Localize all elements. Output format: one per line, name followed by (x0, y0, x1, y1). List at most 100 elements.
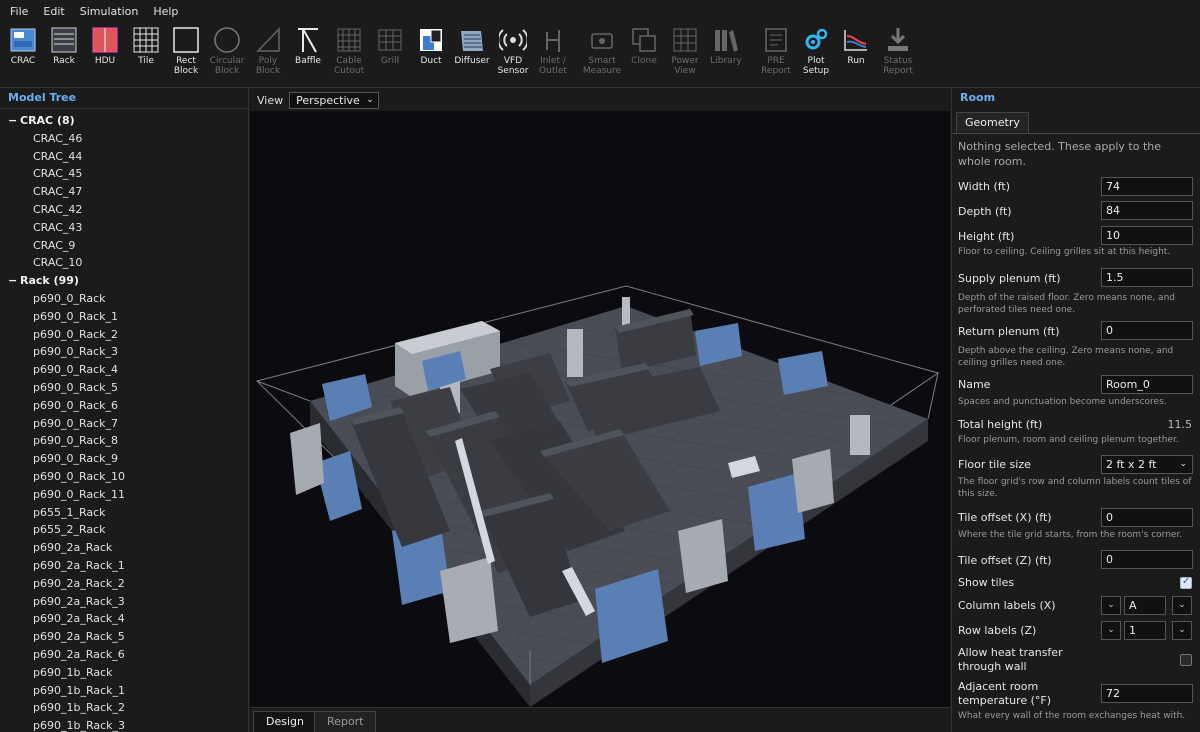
tree-group[interactable]: − CRAC (8) (0, 112, 248, 130)
toolbar-button-label: Library (710, 56, 742, 66)
depth-field[interactable]: 84 (1101, 201, 1193, 220)
tree-item[interactable]: p690_0_Rack_8 (0, 432, 248, 450)
rect-block-icon (172, 26, 200, 54)
tree-item[interactable]: CRAC_45 (0, 165, 248, 183)
tab-report[interactable]: Report (314, 711, 377, 732)
toolbar-button-poly-block[interactable]: Poly Block (248, 26, 288, 76)
toolbar-button-hdu[interactable]: HDU (85, 26, 125, 66)
tree-item[interactable]: p690_1b_Rack (0, 664, 248, 682)
toolbar-button-rect-block[interactable]: Rect Block (166, 26, 206, 76)
column-block-4 (850, 415, 870, 455)
toolbar-button-inlet-outlet[interactable]: Inlet / Outlet (533, 26, 573, 76)
row-labels-prev-button[interactable]: ⌄ (1101, 621, 1121, 640)
toolbar-button-pre-report[interactable]: PRE Report (756, 26, 796, 76)
toolbar-button-smart-measure[interactable]: Smart Measure (582, 26, 622, 76)
toolbar-button-label: Rack (53, 56, 75, 66)
tree-item[interactable]: p690_0_Rack_10 (0, 468, 248, 486)
column-labels-field[interactable]: A (1124, 596, 1166, 615)
tab-geometry[interactable]: Geometry (956, 112, 1029, 134)
tree-item[interactable]: p690_2a_Rack (0, 539, 248, 557)
room-3d-scene[interactable] (250, 111, 950, 707)
column-labels-next-button[interactable]: ⌄ (1172, 596, 1192, 615)
name-field[interactable]: Room_0 (1101, 375, 1193, 394)
show-tiles-checkbox[interactable] (1180, 576, 1192, 589)
menu-help[interactable]: Help (147, 5, 187, 18)
tree-item[interactable]: p690_2a_Rack_1 (0, 557, 248, 575)
3d-viewport[interactable] (250, 111, 950, 707)
tree-item[interactable]: p655_2_Rack (0, 521, 248, 539)
toolbar-button-plot-setup[interactable]: Plot Setup (796, 26, 836, 76)
toolbar-button-rack[interactable]: Rack (44, 26, 84, 66)
toolbar-button-label: Status Report (883, 56, 913, 76)
tree-group[interactable]: − Rack (99) (0, 272, 248, 290)
tree-item[interactable]: p690_2a_Rack_3 (0, 593, 248, 611)
tree-item[interactable]: p690_1b_Rack_2 (0, 699, 248, 717)
menu-edit[interactable]: Edit (37, 5, 73, 18)
view-mode-select[interactable]: Perspective ⌄ (289, 91, 379, 109)
toolbar-button-grill[interactable]: Grill (370, 26, 410, 66)
toolbar-button-power-view[interactable]: Power View (665, 26, 705, 76)
toolbar-button-circular-block[interactable]: Circular Block (207, 26, 247, 76)
toolbar-button-clone[interactable]: Clone (624, 26, 664, 66)
tree-item[interactable]: CRAC_42 (0, 201, 248, 219)
toolbar-button-label: Grill (380, 56, 400, 66)
tree-item[interactable]: CRAC_44 (0, 148, 248, 166)
tree-item[interactable]: p690_0_Rack_3 (0, 343, 248, 361)
menu-file[interactable]: File (4, 5, 37, 18)
toolbar-button-crac[interactable]: CRAC (3, 26, 43, 66)
chevron-down-icon: ⌄ (366, 94, 374, 105)
tree-item[interactable]: CRAC_10 (0, 254, 248, 272)
toolbar-button-cable-cutout[interactable]: Cable Cutout (329, 26, 369, 76)
tree-item[interactable]: p690_2a_Rack_5 (0, 628, 248, 646)
tree-item[interactable]: p690_2a_Rack_4 (0, 610, 248, 628)
toolbar-button-run[interactable]: Run (836, 26, 876, 66)
tree-item[interactable]: p690_1b_Rack_1 (0, 682, 248, 700)
circular-block-icon (213, 26, 241, 54)
tree-item[interactable]: CRAC_47 (0, 183, 248, 201)
model-tree-panel: Model Tree − CRAC (8) CRAC_46 CRAC_44 CRAC_4… (0, 89, 249, 732)
collapse-icon[interactable]: − (8, 272, 20, 290)
collapse-icon[interactable]: − (8, 112, 20, 130)
tab-design[interactable]: Design (253, 711, 317, 732)
menu-simulation[interactable]: Simulation (74, 5, 148, 18)
toolbar-button-baffle[interactable]: Baffle (288, 26, 328, 66)
column-labels-prev-button[interactable]: ⌄ (1101, 596, 1121, 615)
tree-item[interactable]: p690_0_Rack (0, 290, 248, 308)
smart-measure-icon (588, 26, 616, 54)
tree-item[interactable]: p690_2a_Rack_2 (0, 575, 248, 593)
toolbar-button-duct[interactable]: Duct (411, 26, 451, 66)
view-bar: View Perspective ⌄ (250, 89, 950, 111)
tree-item[interactable]: p690_0_Rack_7 (0, 415, 248, 433)
tree-item[interactable]: p690_2a_Rack_6 (0, 646, 248, 664)
tree-item[interactable]: p655_1_Rack (0, 504, 248, 522)
toolbar-button-tile[interactable]: Tile (126, 26, 166, 66)
tree-item[interactable]: p690_0_Rack_11 (0, 486, 248, 504)
tree-item[interactable]: p690_0_Rack_5 (0, 379, 248, 397)
tree-item[interactable]: p690_1b_Rack_3 (0, 717, 248, 732)
row-labels-next-button[interactable]: ⌄ (1172, 621, 1192, 640)
toolbar-button-diffuser[interactable]: Diffuser (452, 26, 492, 66)
width-field[interactable]: 74 (1101, 177, 1193, 196)
total-height-row: Total height (ft) Floor plenum, room and… (958, 418, 1194, 446)
return-plenum-field[interactable]: 0 (1101, 321, 1193, 340)
tree-item[interactable]: p690_0_Rack_4 (0, 361, 248, 379)
adjacent-temp-field[interactable]: 72 (1101, 684, 1193, 703)
tree-item[interactable]: CRAC_46 (0, 130, 248, 148)
height-field[interactable]: 10 (1101, 226, 1193, 245)
supply-plenum-field[interactable]: 1.5 (1101, 268, 1193, 287)
heat-transfer-label: Allow heat transfer through wall (958, 646, 1063, 673)
toolbar-button-library[interactable]: Library (706, 26, 746, 66)
tile-offset-x-field[interactable]: 0 (1101, 508, 1193, 527)
toolbar-button-status-report[interactable]: Status Report (878, 26, 918, 76)
row-labels-field[interactable]: 1 (1124, 621, 1166, 640)
tree-item[interactable]: CRAC_43 (0, 219, 248, 237)
toolbar-button-vfd-sensor[interactable]: VFD Sensor (493, 26, 533, 76)
tree-item[interactable]: p690_0_Rack_6 (0, 397, 248, 415)
tree-item[interactable]: p690_0_Rack_1 (0, 308, 248, 326)
tile-offset-z-field[interactable]: 0 (1101, 550, 1193, 569)
heat-transfer-checkbox[interactable] (1180, 654, 1192, 666)
tree-item[interactable]: p690_0_Rack_9 (0, 450, 248, 468)
tree-item[interactable]: CRAC_9 (0, 237, 248, 255)
tree-item[interactable]: p690_0_Rack_2 (0, 326, 248, 344)
floor-tile-size-select[interactable]: 2 ft x 2 ft ⌄ (1101, 455, 1193, 474)
